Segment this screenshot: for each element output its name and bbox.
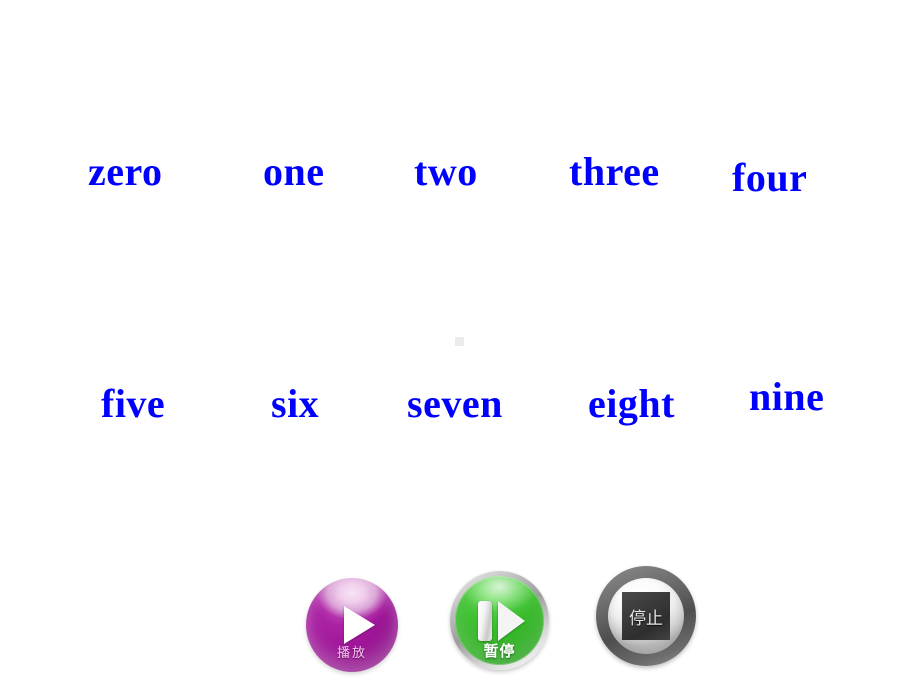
word-three[interactable]: three <box>569 152 660 192</box>
play-button[interactable]: 播放 <box>306 578 398 672</box>
pause-button[interactable]: 暂停 <box>450 571 549 670</box>
word-one[interactable]: one <box>263 152 325 192</box>
word-eight[interactable]: eight <box>588 384 675 424</box>
stop-button-face: 停止 <box>608 578 684 654</box>
play-button-label: 播放 <box>336 646 367 661</box>
word-zero[interactable]: zero <box>88 152 163 192</box>
slide-canvas: zero one two three four five six seven e… <box>0 0 920 690</box>
pause-bar-icon <box>478 601 492 641</box>
pause-play-triangle-icon <box>498 601 525 641</box>
word-four[interactable]: four <box>732 158 807 198</box>
play-triangle-icon <box>344 606 375 644</box>
word-two[interactable]: two <box>414 152 478 192</box>
stop-button-label: 停止 <box>629 608 663 629</box>
stop-square-icon: 停止 <box>622 592 670 640</box>
word-seven[interactable]: seven <box>407 384 503 424</box>
stop-button[interactable]: 停止 <box>596 566 696 666</box>
word-nine[interactable]: nine <box>749 377 824 417</box>
pause-button-face: 暂停 <box>455 576 544 665</box>
pause-button-label: 暂停 <box>483 642 516 660</box>
artifact-square <box>455 337 464 346</box>
word-six[interactable]: six <box>271 384 319 424</box>
word-five[interactable]: five <box>101 384 165 424</box>
